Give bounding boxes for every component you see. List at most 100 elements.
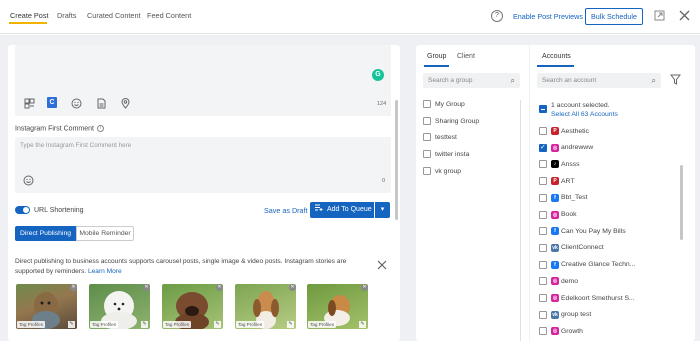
tab-drafts[interactable]: Drafts xyxy=(57,11,76,20)
group-checkbox[interactable] xyxy=(423,150,431,158)
account-checkbox[interactable] xyxy=(539,260,547,269)
first-comment-input[interactable]: Type the Instagram First Comment here xyxy=(15,137,391,193)
remove-media-icon[interactable]: ✕ xyxy=(216,284,223,291)
select-all-accounts-link[interactable]: Select All 63 Accounts xyxy=(551,111,618,118)
tab-group[interactable]: Group xyxy=(427,53,446,60)
composer-scrollbar[interactable] xyxy=(395,100,398,220)
filter-icon[interactable] xyxy=(669,74,682,88)
tab-feed-content[interactable]: Feed Content xyxy=(147,11,191,20)
remove-media-icon[interactable]: ✕ xyxy=(289,284,296,291)
account-checkbox[interactable] xyxy=(539,243,547,252)
grammarly-icon[interactable]: G xyxy=(372,69,384,81)
instagram-icon: ◎ xyxy=(551,143,559,152)
add-to-queue-button[interactable]: Add To Queue xyxy=(310,202,374,218)
media-thumbnail-samoyed[interactable]: ✕ Tag Profiles ✎ xyxy=(89,284,150,329)
account-item-label: ART xyxy=(561,177,575,185)
tag-profiles-button[interactable]: Tag Profiles xyxy=(17,321,45,328)
first-comment-label-text: Instagram First Comment xyxy=(15,125,94,133)
account-checkbox[interactable] xyxy=(539,294,547,302)
chevron-down-icon[interactable]: ▾ xyxy=(375,202,390,218)
tab-create-post[interactable]: Create Post xyxy=(10,11,49,20)
learn-more-link[interactable]: Learn More xyxy=(88,268,122,275)
edit-media-icon[interactable]: ✎ xyxy=(68,321,75,328)
account-item-label: demo xyxy=(561,277,579,285)
search-icon: ⌕ xyxy=(651,76,656,85)
group-item-label: vk group xyxy=(435,168,462,175)
queue-icon xyxy=(315,202,323,218)
account-checkbox[interactable] xyxy=(539,193,547,202)
tab-accounts[interactable]: Accounts xyxy=(542,53,571,60)
group-item-label: twitter insta xyxy=(435,151,470,158)
remove-media-icon[interactable]: ✕ xyxy=(361,284,368,291)
account-item-label: andrewww xyxy=(561,144,594,152)
media-thumbnail-beagle[interactable]: ✕ Tag Profiles ✎ xyxy=(307,284,368,329)
help-icon[interactable]: ? xyxy=(491,10,503,22)
tag-profiles-button[interactable]: Tag Profiles xyxy=(308,321,336,328)
tag-profiles-button[interactable]: Tag Profiles xyxy=(90,321,118,328)
first-comment-placeholder: Type the Instagram First Comment here xyxy=(20,142,132,149)
accounts-scrollbar[interactable] xyxy=(680,165,683,240)
mobile-reminder-option[interactable]: Mobile Reminder xyxy=(76,226,134,241)
info-icon[interactable]: i xyxy=(96,125,104,132)
canva-icon[interactable]: C xyxy=(47,97,57,108)
emoji-icon[interactable] xyxy=(22,175,34,187)
account-item-label: Book xyxy=(561,211,577,218)
account-checkbox[interactable] xyxy=(539,143,547,152)
enable-post-previews-link[interactable]: Enable Post Previews xyxy=(513,12,583,21)
group-checkbox[interactable] xyxy=(423,100,431,108)
document-icon[interactable] xyxy=(95,98,107,110)
group-checkbox[interactable] xyxy=(423,133,431,141)
account-checkbox[interactable] xyxy=(539,160,547,169)
instagram-icon: ◎ xyxy=(551,277,559,286)
tag-profiles-button[interactable]: Tag Profiles xyxy=(163,321,191,328)
url-shortening-label: URL Shortening xyxy=(34,207,84,214)
account-item-label: Bbt_Test xyxy=(561,194,588,202)
group-search-input[interactable]: Search a group ⌕ xyxy=(423,73,520,88)
tab-client[interactable]: Client xyxy=(457,53,475,60)
account-search-input[interactable]: Search an account ⌕ xyxy=(537,73,661,88)
publishing-info-text: Direct publishing to business accounts s… xyxy=(15,258,347,275)
account-search-placeholder: Search an account xyxy=(542,77,597,84)
select-all-checkbox[interactable] xyxy=(539,105,547,113)
pinterest-icon: P xyxy=(551,177,559,186)
publishing-info-message: Direct publishing to business accounts s… xyxy=(15,257,365,276)
vk-icon: vk xyxy=(551,310,559,319)
account-item-label: group test xyxy=(561,311,592,319)
group-checkbox[interactable] xyxy=(423,167,431,175)
account-checkbox[interactable] xyxy=(539,127,547,135)
account-checkbox[interactable] xyxy=(539,277,547,286)
account-checkbox[interactable] xyxy=(539,177,547,186)
bulk-schedule-button[interactable]: Bulk Schedule xyxy=(585,8,643,25)
save-as-draft-button[interactable]: Save as Draft xyxy=(264,206,308,215)
account-checkbox[interactable] xyxy=(539,210,547,219)
tag-profiles-button[interactable]: Tag Profiles xyxy=(236,321,264,328)
remove-media-icon[interactable]: ✕ xyxy=(70,284,77,291)
account-checkbox[interactable] xyxy=(539,310,547,319)
instagram-icon: ◎ xyxy=(551,210,559,219)
media-thumbnail-bulldog[interactable]: ✕ Tag Profiles ✎ xyxy=(162,284,223,329)
direct-publishing-option[interactable]: Direct Publishing xyxy=(15,226,76,241)
account-checkbox[interactable] xyxy=(539,227,547,236)
emoji-icon[interactable] xyxy=(70,98,82,110)
location-icon[interactable] xyxy=(119,98,131,110)
facebook-icon: f xyxy=(551,193,559,202)
vk-icon: vk xyxy=(551,243,559,252)
media-library-icon[interactable] xyxy=(23,98,35,110)
media-thumbnail-yorkie[interactable]: ✕ Tag Profiles ✎ xyxy=(16,284,77,329)
export-icon[interactable] xyxy=(653,10,665,22)
account-checkbox[interactable] xyxy=(539,327,547,336)
close-icon[interactable] xyxy=(678,10,690,22)
edit-media-icon[interactable]: ✎ xyxy=(214,321,221,328)
media-thumbnail-basset[interactable]: ✕ Tag Profiles ✎ xyxy=(235,284,296,329)
edit-media-icon[interactable]: ✎ xyxy=(287,321,294,328)
close-icon[interactable] xyxy=(377,259,387,273)
edit-media-icon[interactable]: ✎ xyxy=(141,321,148,328)
group-checkbox[interactable] xyxy=(423,117,431,125)
active-tab-indicator xyxy=(9,22,47,24)
tab-curated-content[interactable]: Curated Content xyxy=(87,11,141,20)
edit-media-icon[interactable]: ✎ xyxy=(359,321,366,328)
remove-media-icon[interactable]: ✕ xyxy=(143,284,150,291)
url-shortening-toggle[interactable] xyxy=(15,206,30,214)
group-search-placeholder: Search a group xyxy=(428,77,473,84)
account-item-label: Can You Pay My Bills xyxy=(561,227,626,235)
